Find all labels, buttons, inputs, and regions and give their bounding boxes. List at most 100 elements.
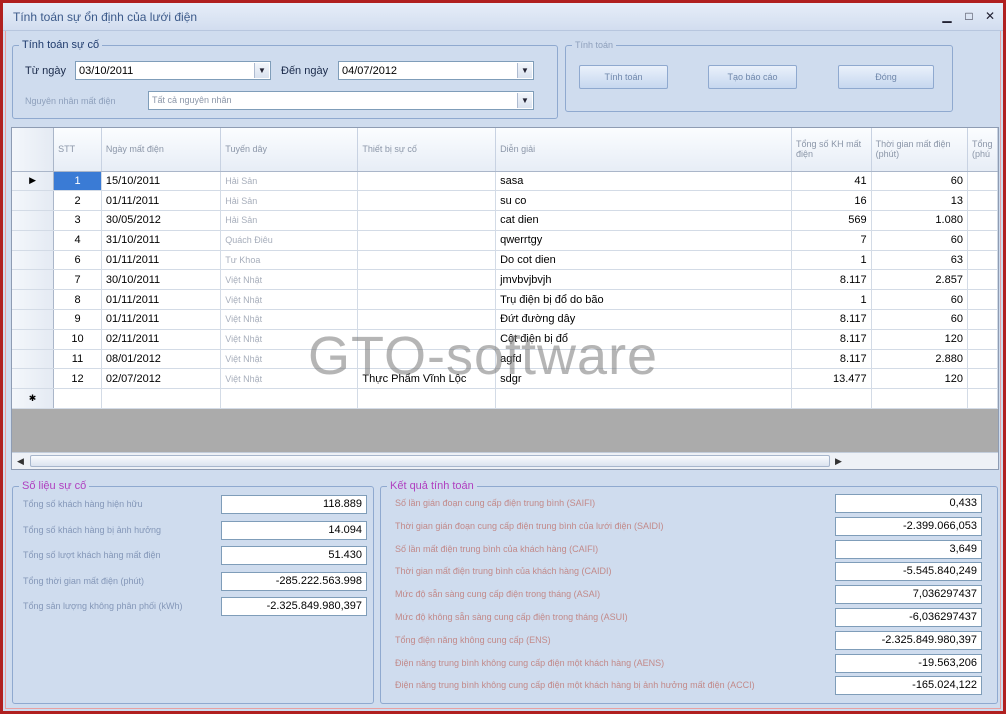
table-cell[interactable] [967,210,998,231]
table-cell[interactable]: Việt Nhật [220,368,359,390]
to-date-picker[interactable]: 04/07/2012 ▼ [338,61,534,80]
table-cell[interactable] [357,171,497,192]
row-header[interactable] [12,329,55,350]
table-cell[interactable]: 02/07/2012 [101,368,222,390]
row-header[interactable] [12,210,55,231]
table-cell[interactable] [495,388,793,410]
table-cell[interactable]: 31/10/2011 [101,230,222,251]
row-header[interactable] [12,349,55,370]
scrollbar-thumb[interactable] [30,455,830,467]
table-cell[interactable]: 15/10/2011 [101,171,222,192]
table-cell[interactable] [967,230,998,251]
table-cell[interactable]: Việt Nhật [220,289,359,311]
table-cell[interactable]: 60 [871,289,968,311]
table-cell[interactable]: Đứt đường dây [495,309,793,330]
table-cell[interactable] [357,388,497,410]
table-row[interactable]: 11 08/01/2012 Việt Nhật agfd 8.117 2.880 [12,349,998,370]
table-cell[interactable]: Hải Sản [220,210,359,231]
table-row[interactable]: 12 02/07/2012 Việt Nhật Thực Phẩm Vĩnh Lộc s… [12,368,998,390]
table-cell[interactable]: 60 [871,309,968,330]
cause-select[interactable]: Tất cả nguyên nhân ▼ [148,91,534,110]
table-row[interactable]: 2 01/11/2011 Hải Sản su co 16 13 [12,190,998,212]
table-cell[interactable]: cat dien [495,210,793,231]
table-cell[interactable]: 8 [53,289,102,311]
new-row[interactable]: ✱ [12,388,998,410]
table-cell[interactable]: Tư Khoa [220,250,359,271]
table-cell[interactable]: 4 [53,230,102,251]
table-cell[interactable]: sasa [495,171,793,192]
table-cell[interactable]: 2.880 [871,349,968,370]
close-button[interactable]: Đóng [838,65,934,89]
row-header[interactable] [12,230,55,251]
table-cell[interactable]: Việt Nhật [220,309,359,330]
table-cell[interactable]: 8.117 [791,269,872,291]
table-cell[interactable] [967,250,998,271]
chevron-right-icon[interactable]: ▶ [830,453,847,469]
table-cell[interactable] [357,349,497,370]
table-row[interactable]: 7 30/10/2011 Việt Nhật jmvbvjbvjh 8.117 2.857 [12,269,998,291]
chevron-down-icon[interactable]: ▼ [517,93,532,108]
row-header[interactable] [12,309,55,330]
table-cell[interactable]: 8.117 [791,349,872,370]
table-cell[interactable] [53,388,102,410]
row-header[interactable]: ✱ [12,388,55,410]
table-cell[interactable]: 1 [791,289,872,311]
table-row[interactable]: ▶ 1 15/10/2011 Hải Sản sasa 41 60 [12,171,998,192]
table-cell[interactable]: jmvbvjbvjh [495,269,793,291]
column-header[interactable]: Thiết bị sự cố [357,128,497,172]
table-row[interactable]: 10 02/11/2011 Việt Nhật Cột điện bị đổ 8.117… [12,329,998,350]
row-header[interactable] [12,250,55,271]
table-cell[interactable]: 10 [53,329,102,350]
column-header[interactable]: Diễn giải [495,128,793,172]
table-cell[interactable] [967,368,998,390]
minimize-button[interactable]: ▁ [937,8,957,24]
row-header[interactable] [12,190,55,212]
close-window-button[interactable]: ✕ [980,8,1000,24]
row-header[interactable] [12,269,55,291]
table-cell[interactable] [967,309,998,330]
table-cell[interactable]: 569 [791,210,872,231]
table-cell[interactable] [791,388,872,410]
table-cell[interactable] [967,171,998,192]
table-cell[interactable]: 12 [53,368,102,390]
table-cell[interactable]: 1.080 [871,210,968,231]
table-cell[interactable] [967,329,998,350]
table-cell[interactable]: Cột điện bị đổ [495,329,793,350]
table-cell[interactable]: 08/01/2012 [101,349,222,370]
table-cell[interactable]: 30/05/2012 [101,210,222,231]
table-cell[interactable]: 6 [53,250,102,271]
table-cell[interactable]: qwerrtgy [495,230,793,251]
column-header[interactable]: Tổng số KH mất điện [791,128,872,172]
table-cell[interactable]: su co [495,190,793,212]
table-cell[interactable]: 8.117 [791,309,872,330]
table-cell[interactable] [357,210,497,231]
table-cell[interactable]: 120 [871,368,968,390]
table-cell[interactable]: 41 [791,171,872,192]
table-cell[interactable]: 02/11/2011 [101,329,222,350]
chevron-down-icon[interactable]: ▼ [254,63,269,78]
table-cell[interactable] [357,230,497,251]
table-cell[interactable]: 60 [871,171,968,192]
table-cell[interactable]: 2.857 [871,269,968,291]
table-cell[interactable]: Quách Điêu [220,230,359,251]
table-cell[interactable] [967,349,998,370]
table-cell[interactable]: 63 [871,250,968,271]
table-cell[interactable]: Việt Nhật [220,329,359,350]
table-cell[interactable]: 1 [791,250,872,271]
table-row[interactable]: 6 01/11/2011 Tư Khoa Do cot dien 1 63 [12,250,998,271]
table-cell[interactable]: 11 [53,349,102,370]
table-cell[interactable]: 13.477 [791,368,872,390]
column-header[interactable]: Thời gian mất điện (phút) [871,128,968,172]
table-cell[interactable]: 01/11/2011 [101,289,222,311]
row-header[interactable]: ▶ [12,171,55,192]
table-cell[interactable]: 01/11/2011 [101,309,222,330]
maximize-button[interactable]: □ [959,8,979,24]
table-cell[interactable]: Do cot dien [495,250,793,271]
from-date-picker[interactable]: 03/10/2011 ▼ [75,61,271,80]
column-header[interactable]: Tuyến dây [220,128,359,172]
table-cell[interactable]: 01/11/2011 [101,190,222,212]
table-cell[interactable] [967,289,998,311]
table-cell[interactable]: 2 [53,190,102,212]
row-header[interactable] [12,368,55,390]
table-cell[interactable]: 8.117 [791,329,872,350]
